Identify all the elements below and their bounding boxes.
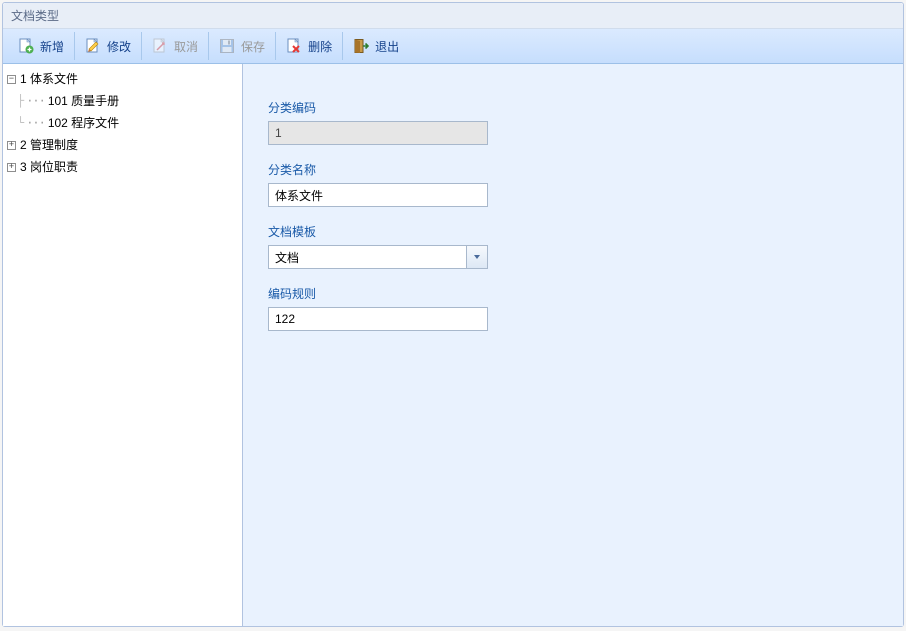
add-button[interactable]: 新增 <box>8 32 75 60</box>
template-input[interactable] <box>268 245 466 269</box>
code-label: 分类编码 <box>268 99 878 116</box>
form-row-rule: 编码规则 <box>268 285 878 331</box>
tree-node-101[interactable]: ├ ··· 101 质量手册 <box>3 90 242 112</box>
expand-icon[interactable]: + <box>7 163 16 172</box>
chevron-down-icon[interactable] <box>466 245 488 269</box>
name-input[interactable] <box>268 183 488 207</box>
delete-icon <box>286 38 302 54</box>
toolbar: 新增 修改 取消 保存 删除 <box>3 29 903 64</box>
edit-label: 修改 <box>107 38 131 55</box>
form-row-code: 分类编码 <box>268 99 878 145</box>
cancel-icon <box>152 38 168 54</box>
body: − 1 体系文件 ├ ··· 101 质量手册 └ ··· 102 程序文件 +… <box>3 64 903 626</box>
edit-button[interactable]: 修改 <box>75 32 142 60</box>
tree-node-label: 102 程序文件 <box>48 114 119 132</box>
tree-node-label: 3 岗位职责 <box>20 158 78 176</box>
add-icon <box>18 38 34 54</box>
delete-button[interactable]: 删除 <box>276 32 343 60</box>
tree-node-label: 1 体系文件 <box>20 70 78 88</box>
template-combo <box>268 245 488 269</box>
rule-label: 编码规则 <box>268 285 878 302</box>
add-label: 新增 <box>40 38 64 55</box>
form-panel: 分类编码 分类名称 文档模板 编码规则 <box>243 64 903 626</box>
tree-branch-icon: └ <box>17 114 24 132</box>
tree-panel: − 1 体系文件 ├ ··· 101 质量手册 └ ··· 102 程序文件 +… <box>3 64 243 626</box>
save-icon <box>219 38 235 54</box>
tree-node-102[interactable]: └ ··· 102 程序文件 <box>3 112 242 134</box>
form-row-template: 文档模板 <box>268 223 878 269</box>
delete-label: 删除 <box>308 38 332 55</box>
collapse-icon[interactable]: − <box>7 75 16 84</box>
window-title: 文档类型 <box>11 9 59 23</box>
exit-icon <box>353 38 369 54</box>
exit-button[interactable]: 退出 <box>343 32 409 60</box>
tree-node-3[interactable]: + 3 岗位职责 <box>3 156 242 178</box>
expand-icon[interactable]: + <box>7 141 16 150</box>
save-label: 保存 <box>241 38 265 55</box>
tree-leaf-icon: ··· <box>26 92 45 110</box>
tree-node-label: 101 质量手册 <box>48 92 119 110</box>
cancel-button: 取消 <box>142 32 209 60</box>
template-label: 文档模板 <box>268 223 878 240</box>
edit-icon <box>85 38 101 54</box>
tree-leaf-icon: ··· <box>26 114 45 132</box>
tree-node-1[interactable]: − 1 体系文件 <box>3 68 242 90</box>
exit-label: 退出 <box>375 38 399 55</box>
window: 文档类型 新增 修改 取消 保存 <box>2 2 904 627</box>
title-bar: 文档类型 <box>3 3 903 29</box>
save-button: 保存 <box>209 32 276 60</box>
tree-branch-icon: ├ <box>17 92 24 110</box>
name-label: 分类名称 <box>268 161 878 178</box>
form-row-name: 分类名称 <box>268 161 878 207</box>
code-input <box>268 121 488 145</box>
rule-input[interactable] <box>268 307 488 331</box>
cancel-label: 取消 <box>174 38 198 55</box>
tree-node-2[interactable]: + 2 管理制度 <box>3 134 242 156</box>
tree-node-label: 2 管理制度 <box>20 136 78 154</box>
